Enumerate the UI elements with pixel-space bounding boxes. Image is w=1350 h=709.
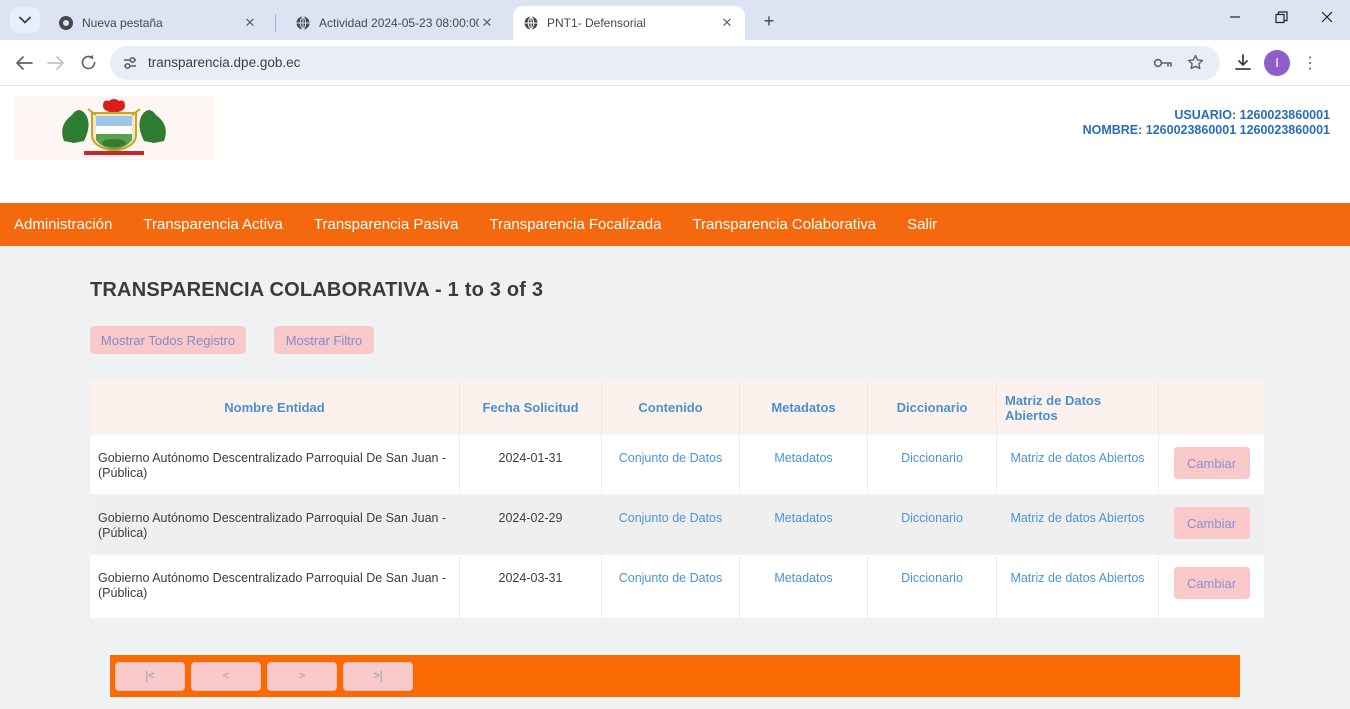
restore-button[interactable] <box>1258 0 1304 34</box>
matriz-datos-abiertos-link[interactable]: Matriz de datos Abiertos <box>1010 451 1144 465</box>
diccionario-link[interactable]: Diccionario <box>901 511 963 525</box>
entity-name: Gobierno Autónomo Descentralizado Parroq… <box>90 495 460 554</box>
forward-button[interactable] <box>40 47 72 79</box>
nav-item-transparencia-pasiva[interactable]: Transparencia Pasiva <box>314 216 459 233</box>
site-header: USUARIO: 1260023860001 NOMBRE: 126002386… <box>0 86 1350 203</box>
fecha-solicitud: 2024-02-29 <box>460 495 602 554</box>
col-header-diccionario: Diccionario <box>868 381 997 434</box>
diccionario-link[interactable]: Diccionario <box>901 571 963 585</box>
table-row: Gobierno Autónomo Descentralizado Parroq… <box>90 494 1264 554</box>
entity-name: Gobierno Autónomo Descentralizado Parroq… <box>90 555 460 618</box>
close-icon[interactable]: ✕ <box>719 15 735 31</box>
user-info: USUARIO: 1260023860001 NOMBRE: 126002386… <box>1083 108 1330 138</box>
globe-icon <box>523 15 539 31</box>
coat-of-arms-image <box>54 99 174 157</box>
col-header-metadatos: Metadatos <box>740 381 868 434</box>
col-header-contenido: Contenido <box>602 381 740 434</box>
nav-item-transparencia-activa[interactable]: Transparencia Activa <box>143 216 283 233</box>
institution-logo[interactable] <box>14 96 214 160</box>
pagination-last-button[interactable]: >| <box>343 662 413 691</box>
fecha-solicitud: 2024-01-31 <box>460 435 602 494</box>
diccionario-link[interactable]: Diccionario <box>901 451 963 465</box>
tab-search-button[interactable] <box>10 7 40 33</box>
records-table: Nombre Entidad Fecha Solicitud Contenido… <box>90 381 1264 618</box>
nav-item-salir[interactable]: Salir <box>907 216 937 233</box>
tab-nueva-pestana[interactable]: Nueva pestaña ✕ <box>48 6 268 40</box>
conjunto-de-datos-link[interactable]: Conjunto de Datos <box>619 451 723 465</box>
pagination-next-button[interactable]: > <box>267 662 337 691</box>
pagination-first-button[interactable]: |< <box>115 662 185 691</box>
site-settings-icon[interactable] <box>122 55 138 71</box>
tab-title: Nueva pestaña <box>82 16 163 30</box>
tab-actividad[interactable]: Actividad 2024-05-23 08:00:00 ✕ <box>285 6 505 40</box>
col-header-fecha-solicitud: Fecha Solicitud <box>460 381 602 434</box>
matriz-datos-abiertos-link[interactable]: Matriz de datos Abiertos <box>1010 571 1144 585</box>
nav-item-administracion[interactable]: Administración <box>14 216 112 233</box>
table-header-row: Nombre Entidad Fecha Solicitud Contenido… <box>90 381 1264 434</box>
mostrar-filtro-button[interactable]: Mostrar Filtro <box>274 326 374 354</box>
new-tab-button[interactable]: + <box>758 10 780 32</box>
cambiar-button[interactable]: Cambiar <box>1174 447 1250 479</box>
tab-title: PNT1- Defensorial <box>547 16 646 30</box>
page-content: TRANSPARENCIA COLABORATIVA - 1 to 3 of 3… <box>0 246 1350 709</box>
mostrar-todos-registro-button[interactable]: Mostrar Todos Registro <box>90 326 246 354</box>
browser-menu-icon[interactable]: ⋮ <box>1302 53 1318 73</box>
globe-icon <box>295 15 311 31</box>
tab-title: Actividad 2024-05-23 08:00:00 <box>319 16 479 30</box>
nav-item-transparencia-colaborativa[interactable]: Transparencia Colaborativa <box>692 216 876 233</box>
pagination-bar: |< < > >| <box>110 655 1240 697</box>
col-header-matriz: Matriz de Datos Abiertos <box>997 381 1159 434</box>
metadatos-link[interactable]: Metadatos <box>774 451 832 465</box>
conjunto-de-datos-link[interactable]: Conjunto de Datos <box>619 511 723 525</box>
password-key-icon[interactable] <box>1153 57 1173 69</box>
chevron-down-icon <box>19 16 31 24</box>
address-bar[interactable]: transparencia.dpe.gob.ec <box>110 46 1220 80</box>
bookmark-star-icon[interactable] <box>1187 54 1204 71</box>
pagination-prev-button[interactable]: < <box>191 662 261 691</box>
minimize-button[interactable] <box>1212 0 1258 34</box>
back-button[interactable] <box>8 47 40 79</box>
nombre-line: NOMBRE: 1260023860001 1260023860001 <box>1083 123 1330 138</box>
reload-button[interactable] <box>72 47 104 79</box>
table-row: Gobierno Autónomo Descentralizado Parroq… <box>90 554 1264 618</box>
fecha-solicitud: 2024-03-31 <box>460 555 602 618</box>
main-navbar: Administración Transparencia Activa Tran… <box>0 203 1350 246</box>
metadatos-link[interactable]: Metadatos <box>774 511 832 525</box>
usuario-line: USUARIO: 1260023860001 <box>1083 108 1330 123</box>
matriz-datos-abiertos-link[interactable]: Matriz de datos Abiertos <box>1010 511 1144 525</box>
page-title: TRANSPARENCIA COLABORATIVA - 1 to 3 of 3 <box>90 279 543 302</box>
metadatos-link[interactable]: Metadatos <box>774 571 832 585</box>
cambiar-button[interactable]: Cambiar <box>1174 507 1250 539</box>
url-text[interactable]: transparencia.dpe.gob.ec <box>148 55 1153 70</box>
col-header-actions <box>1159 381 1264 434</box>
tab-pnt1-defensorial[interactable]: PNT1- Defensorial ✕ <box>513 6 745 40</box>
browser-toolbar: transparencia.dpe.gob.ec I ⋮ <box>0 40 1350 86</box>
chrome-icon <box>58 15 74 31</box>
tab-separator <box>275 14 276 32</box>
conjunto-de-datos-link[interactable]: Conjunto de Datos <box>619 571 723 585</box>
profile-avatar[interactable]: I <box>1264 50 1290 76</box>
close-window-button[interactable] <box>1304 0 1350 34</box>
entity-name: Gobierno Autónomo Descentralizado Parroq… <box>90 435 460 494</box>
nav-item-transparencia-focalizada[interactable]: Transparencia Focalizada <box>489 216 661 233</box>
window-controls <box>1212 0 1350 34</box>
browser-tab-strip: Nueva pestaña ✕ Actividad 2024-05-23 08:… <box>0 0 1350 40</box>
close-icon[interactable]: ✕ <box>242 15 258 31</box>
close-icon[interactable]: ✕ <box>479 15 495 31</box>
cambiar-button[interactable]: Cambiar <box>1174 567 1250 599</box>
table-row: Gobierno Autónomo Descentralizado Parroq… <box>90 434 1264 494</box>
download-icon[interactable] <box>1234 54 1252 72</box>
col-header-nombre-entidad: Nombre Entidad <box>90 381 460 434</box>
